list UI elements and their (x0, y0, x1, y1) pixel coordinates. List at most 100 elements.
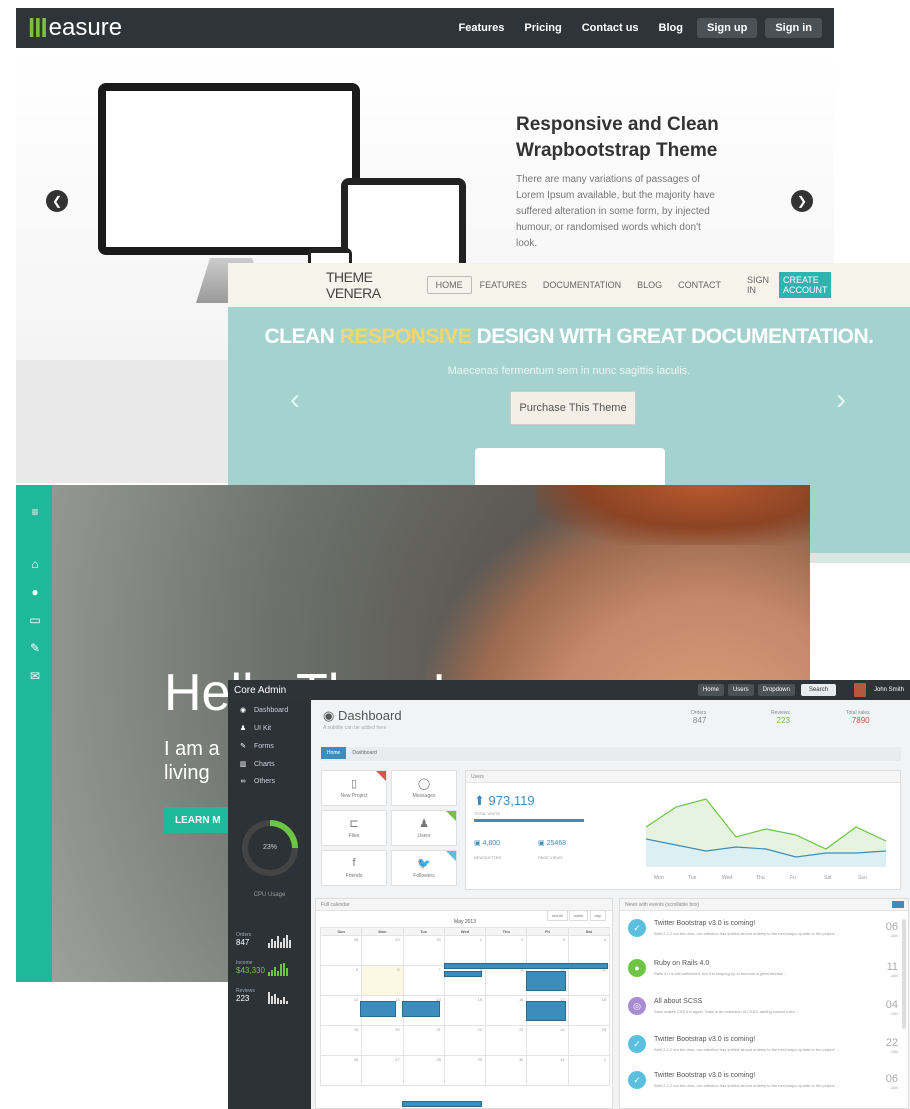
menu-icon[interactable]: ≡ (28, 505, 42, 519)
admin-main: ◉ Dashboard A subtitle can be added here… (311, 700, 910, 1109)
browser-mockup (475, 448, 665, 488)
facebook-icon: f (352, 857, 356, 869)
check-icon: ✓ (628, 1035, 646, 1053)
comment-icon: ◯ (417, 778, 431, 790)
top-dropdown[interactable]: Dropdown (757, 684, 795, 696)
news-item[interactable]: ● Ruby on Rails 4.0 Rails 4.0 is still unf… (628, 959, 898, 999)
measure-logo[interactable]: lll easure (28, 13, 122, 44)
hero-text: There are many variations of passages of… (516, 174, 715, 249)
total-visits: ⬆ 973,119 (474, 793, 535, 808)
mail-icon[interactable]: ✉ (28, 669, 42, 683)
page-subtitle: A subtitle can be added here (323, 725, 387, 731)
venera-headline: CLEAN RESPONSIVE DESIGN WITH GREAT DOCUM… (264, 325, 874, 348)
hello-sidebar: ≡ ⌂ ● ▭ ✎ ✉ (16, 485, 52, 982)
admin-brand[interactable]: Core Admin (234, 685, 286, 696)
sidebar-item-others[interactable]: ∞ Others (238, 778, 276, 785)
page-views-value: ▣ 25468 (538, 840, 567, 847)
news-item[interactable]: ✓ Twitter Bootstrap v3.0 is coming! With 2… (628, 1035, 898, 1075)
link-icon: ∞ (240, 778, 246, 785)
sidebar-item-forms[interactable]: ✎ Forms (238, 742, 274, 751)
hero-title: Responsive and Clean Wrapbootstrap Theme (516, 114, 719, 161)
top-home[interactable]: Home (697, 684, 724, 696)
news-scrollbar[interactable] (902, 919, 906, 1029)
person-icon: ♟ (239, 725, 247, 732)
bars-logo-icon: lll (28, 12, 48, 43)
pencil-icon[interactable]: ✎ (28, 641, 42, 655)
nav-home[interactable]: HOME (426, 276, 472, 294)
check-icon: ✓ (628, 919, 646, 937)
venera-brand[interactable]: THEME VENERA (326, 269, 381, 301)
calendar-event[interactable] (526, 971, 566, 991)
side-stat-income: Income $43,330 (236, 960, 265, 975)
venera-navbar: THEME VENERA HOME FEATURES DOCUMENTATION… (228, 263, 910, 307)
day-label: Tue (688, 875, 697, 881)
next-chevron-icon[interactable]: › (836, 383, 846, 417)
breadcrumb-home[interactable]: Home (321, 747, 347, 759)
calendar-event[interactable] (444, 963, 608, 969)
nav-pricing[interactable]: Pricing (518, 18, 567, 38)
breadcrumb-dashboard[interactable]: Dashboard (346, 747, 382, 759)
nav-documentation[interactable]: DOCUMENTATION (535, 277, 629, 293)
hello-tagline: I am a living (164, 738, 220, 784)
sidebar-item-charts[interactable]: ▥ Charts (238, 760, 275, 769)
edit-icon: ✎ (240, 743, 246, 750)
signin-button[interactable]: Sign in (765, 18, 822, 38)
prev-arrow-icon[interactable]: ❮ (46, 190, 68, 212)
calendar-event[interactable] (402, 1101, 482, 1107)
avatar[interactable] (853, 683, 866, 697)
nav-blog[interactable]: BLOG (629, 277, 670, 293)
orders-sparkline (268, 934, 291, 948)
calendar-event[interactable] (402, 1001, 440, 1017)
nav-contact[interactable]: Contact us (576, 18, 645, 38)
signup-button[interactable]: Sign up (697, 18, 758, 38)
calendar-event[interactable] (444, 971, 482, 977)
side-stat-orders: Orders 847 (236, 932, 252, 947)
news-item[interactable]: ✓ Twitter Bootstrap v3.0 is coming! With 2… (628, 919, 898, 959)
sidebar-item-uikit[interactable]: ♟ UI Kit (238, 724, 271, 733)
purchase-button[interactable]: Purchase This Theme (510, 391, 636, 425)
newsletter-value: ▣ 4,800 (474, 840, 501, 847)
users-line-chart: Mon Tue Wed Thu Fri Sat Sun (646, 798, 886, 881)
nav-features[interactable]: Features (453, 18, 511, 38)
news-item[interactable]: ✓ Twitter Bootstrap v3.0 is coming! With 2… (628, 1071, 898, 1109)
folder-icon: ⊏ (349, 818, 359, 830)
page-title: ◉ Dashboard (323, 708, 402, 723)
calendar-event[interactable] (360, 1001, 396, 1017)
tile-messages[interactable]: ◯ Messages (391, 770, 457, 806)
measure-navbar: lll easure Features Pricing Contact us Bl… (16, 8, 834, 48)
search-input[interactable]: Search (800, 684, 836, 696)
stat-total-sales: Total sales 7890 (846, 710, 870, 725)
users-panel: Users ⬆ 973,119 TOTAL VISITS ▣ 4,800 NEW… (465, 770, 901, 890)
stat-orders: Orders 847 (691, 710, 707, 725)
nav-features[interactable]: FEATURES (472, 277, 535, 293)
top-users[interactable]: Users (727, 684, 754, 696)
prev-chevron-icon[interactable]: ‹ (290, 383, 300, 417)
admin-sidebar: ◉ Dashboard ♟ UI Kit ✎ Forms ▥ Charts ∞ Other… (228, 700, 311, 1109)
user-icon[interactable]: ● (28, 585, 42, 599)
day-label: Mon (654, 875, 664, 881)
tile-new-project[interactable]: ▯ New Project (321, 770, 387, 806)
laptop-icon[interactable]: ▭ (28, 613, 42, 627)
nav-blog[interactable]: Blog (653, 18, 689, 38)
sidebar-item-dashboard[interactable]: ◉ Dashboard (238, 706, 288, 715)
nav-contact[interactable]: CONTACT (670, 277, 729, 293)
tile-files[interactable]: ⊏ Files (321, 810, 387, 846)
calendar-month: May 2013 (454, 919, 476, 925)
next-arrow-icon[interactable]: ❯ (791, 190, 813, 212)
monitor-illustration (98, 83, 360, 255)
home-icon[interactable]: ⌂ (28, 557, 42, 571)
user-name[interactable]: John Smith (874, 687, 904, 693)
cpu-value: 23% (262, 844, 277, 851)
signin-link[interactable]: SIGN IN (739, 272, 777, 298)
tile-followers[interactable]: 🐦 Followers (391, 850, 457, 886)
day-label: Sun (858, 875, 867, 881)
tile-users[interactable]: ♟ Users (391, 810, 457, 846)
create-account-button[interactable]: CREATE ACCOUNT (778, 272, 832, 298)
news-panel: News with events (scrollable box) ✓ Twitt… (619, 898, 909, 1109)
news-item[interactable]: ◎ All about SCSS Sass makes CSS fun again.… (628, 997, 898, 1037)
logo-text: easure (48, 14, 123, 41)
calendar-event[interactable] (526, 1001, 566, 1021)
day-label: Fri (790, 875, 796, 881)
tile-friends[interactable]: f Friends (321, 850, 387, 886)
admin-screenshot: Core Admin Home Users Dropdown Search Jo… (228, 680, 910, 1109)
